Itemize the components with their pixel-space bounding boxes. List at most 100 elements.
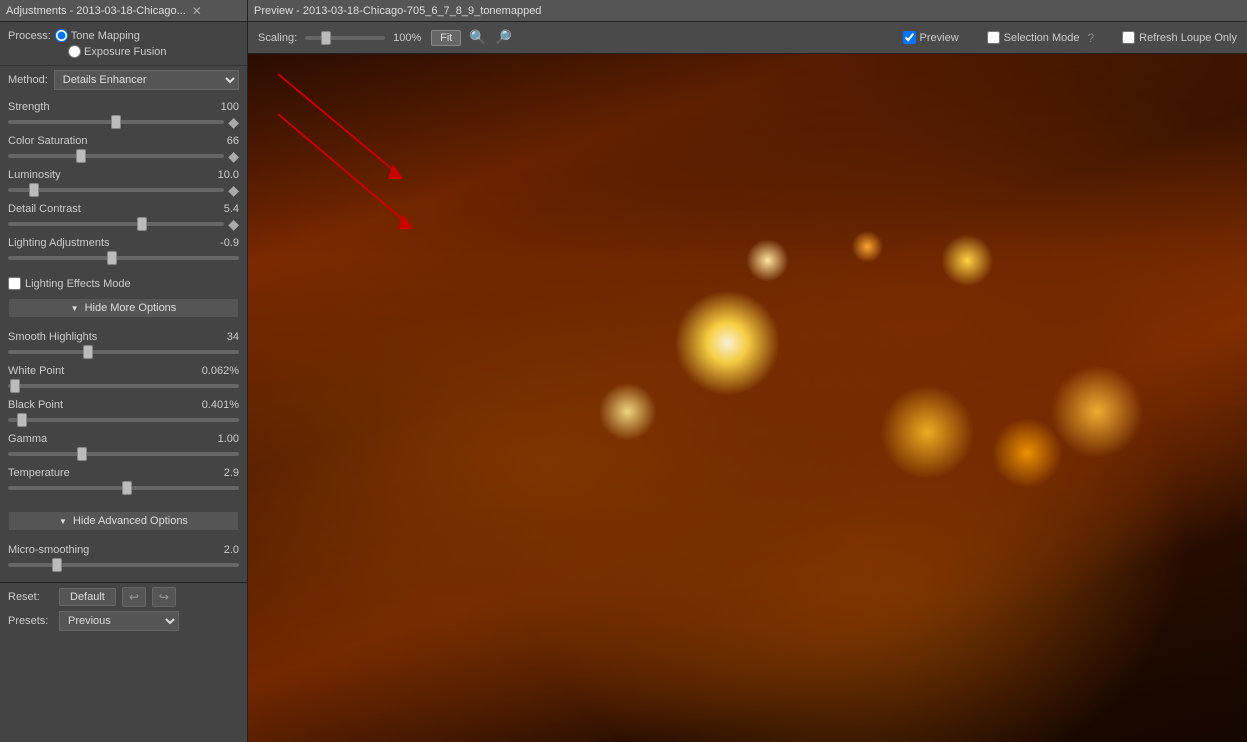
presets-select[interactable]: Previous [59,611,179,631]
zoom-in-icon[interactable]: 🔎 [495,29,512,46]
right-panel: Scaling: 100% Fit 🔍 🔎 Preview Selection … [248,22,1247,742]
strength-header: Strength 100 [8,101,239,113]
scaling-unit: % [412,32,422,44]
method-label: Method: [8,74,48,86]
strength-slider[interactable] [8,120,224,124]
detail-contrast-label: Detail Contrast [8,203,81,215]
black-point-row: Black Point 0.401% [8,399,239,428]
process-section: Process: Tone Mapping Exposure Fusion [0,22,247,66]
undo-btn[interactable]: ↩ [122,587,146,607]
strength-label: Strength [8,101,50,113]
hide-more-options-btn[interactable]: ▼ Hide More Options [8,298,239,318]
lighting-effects-label: Lighting Effects Mode [25,278,131,290]
selection-mode-text: Selection Mode [1004,32,1080,44]
micro-smoothing-row: Micro-smoothing 2.0 [8,544,239,573]
refresh-loupe-label[interactable]: Refresh Loupe Only [1122,31,1237,44]
lighting-adj-label: Lighting Adjustments [8,237,110,249]
selection-mode-help[interactable]: ? [1087,31,1094,45]
refresh-loupe-checkbox[interactable] [1122,31,1135,44]
detail-contrast-slider-row: Detail Contrast 5.4 ◆ [8,203,239,232]
fit-btn[interactable]: Fit [431,30,461,46]
smooth-highlights-label: Smooth Highlights [8,331,97,343]
tone-mapping-radio[interactable] [55,29,68,42]
micro-smoothing-slider[interactable] [8,563,239,567]
gamma-slider[interactable] [8,452,239,456]
color-sat-value: 66 [204,135,239,147]
strength-value: 100 [204,101,239,113]
detail-contrast-slider-container: ◆ [8,216,239,232]
left-title-bar: Adjustments - 2013-03-18-Chicago... ✕ [0,0,248,22]
preview-checkbox[interactable] [903,31,916,44]
black-point-container [8,412,239,428]
color-sat-slider-row: Color Saturation 66 ◆ [8,135,239,164]
redo-btn[interactable]: ↪ [152,587,176,607]
color-sat-icon: ◆ [228,148,239,165]
luminosity-label: Luminosity [8,169,61,181]
detail-contrast-slider[interactable] [8,222,224,226]
smooth-highlights-header: Smooth Highlights 34 [8,331,239,343]
exposure-fusion-radio-label[interactable]: Exposure Fusion [68,45,167,58]
bottom-bar: Reset: Default ↩ ↪ Presets: Previous [0,582,247,634]
smooth-highlights-row: Smooth Highlights 34 [8,331,239,360]
lighting-adj-header: Lighting Adjustments -0.9 [8,237,239,249]
smooth-highlights-value: 34 [204,331,239,343]
left-title-text: Adjustments - 2013-03-18-Chicago... [6,5,186,17]
smooth-highlights-slider[interactable] [8,350,239,354]
luminosity-slider[interactable] [8,188,224,192]
scaling-percent: 100% [393,32,423,44]
lighting-effects-checkbox[interactable] [8,277,21,290]
luminosity-slider-container: ◆ [8,182,239,198]
detail-contrast-value: 5.4 [204,203,239,215]
temperature-slider[interactable] [8,486,239,490]
title-bars: Adjustments - 2013-03-18-Chicago... ✕ Pr… [0,0,1247,22]
scaling-slider[interactable] [305,36,385,40]
white-point-container [8,378,239,394]
gamma-label: Gamma [8,433,47,445]
hide-advanced-options-btn[interactable]: ▼ Hide Advanced Options [8,511,239,531]
black-point-slider[interactable] [8,418,239,422]
luminosity-value: 10.0 [204,169,239,181]
micro-smoothing-value: 2.0 [204,544,239,556]
selection-mode-checkbox[interactable] [987,31,1000,44]
reset-label: Reset: [8,591,53,603]
color-sat-header: Color Saturation 66 [8,135,239,147]
preview-image [248,54,1247,742]
refresh-loupe-text: Refresh Loupe Only [1139,32,1237,44]
more-options-sliders: Smooth Highlights 34 White Point 0.062% [0,324,247,505]
scaling-label: Scaling: [258,32,297,44]
luminosity-icon: ◆ [228,182,239,199]
lighting-adj-slider[interactable] [8,256,239,260]
color-sat-slider[interactable] [8,154,224,158]
close-left-btn[interactable]: ✕ [192,4,202,18]
zoom-out-icon[interactable]: 🔍 [469,29,486,46]
temperature-row: Temperature 2.9 [8,467,239,496]
more-options-arrow: ▼ [71,304,79,313]
detail-contrast-header: Detail Contrast 5.4 [8,203,239,215]
preview-area [248,54,1247,742]
right-toolbar: Scaling: 100% Fit 🔍 🔎 Preview Selection … [248,22,1247,54]
white-point-slider[interactable] [8,384,239,388]
temperature-value: 2.9 [204,467,239,479]
preview-check-label[interactable]: Preview [903,31,959,44]
white-point-row: White Point 0.062% [8,365,239,394]
process-label: Process: [8,30,51,42]
exposure-fusion-row: Exposure Fusion [68,45,239,58]
hide-advanced-options-label: Hide Advanced Options [73,515,188,527]
default-btn[interactable]: Default [59,588,116,606]
tone-mapping-radio-label[interactable]: Tone Mapping [55,29,140,42]
annotation-svg [248,54,1247,742]
luminosity-slider-row: Luminosity 10.0 ◆ [8,169,239,198]
gamma-row: Gamma 1.00 [8,433,239,462]
exposure-fusion-text: Exposure Fusion [84,46,167,58]
lighting-effects-row: Lighting Effects Mode [0,275,247,292]
main-layout: Process: Tone Mapping Exposure Fusion Me… [0,22,1247,742]
process-row: Process: Tone Mapping [8,29,239,42]
black-point-value: 0.401% [202,399,239,411]
tone-mapping-text: Tone Mapping [71,30,140,42]
right-title-text: Preview - 2013-03-18-Chicago-705_6_7_8_9… [254,5,541,17]
selection-mode-label[interactable]: Selection Mode [987,31,1080,44]
gamma-value: 1.00 [204,433,239,445]
micro-smoothing-container [8,557,239,573]
method-select[interactable]: Details Enhancer [54,70,239,90]
exposure-fusion-radio[interactable] [68,45,81,58]
